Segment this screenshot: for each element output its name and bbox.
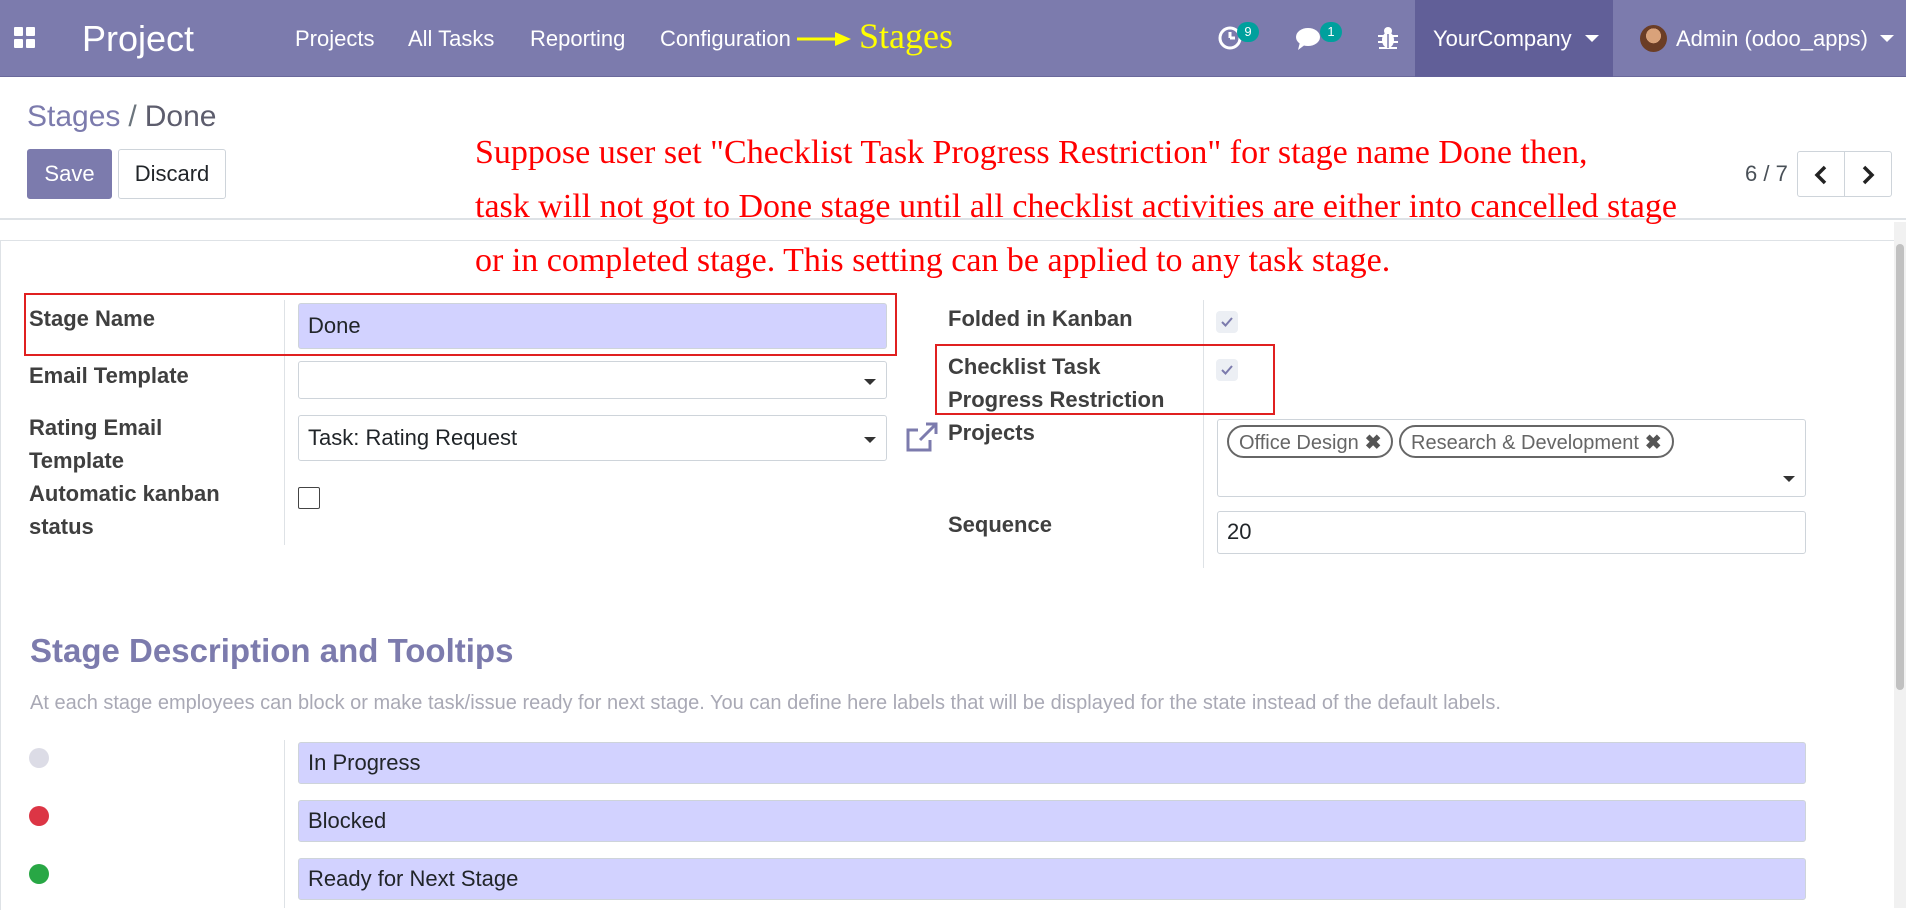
remove-tag-icon[interactable]: ✖ <box>1645 432 1662 454</box>
chevron-down-icon <box>1783 476 1795 482</box>
bug-icon[interactable] <box>1374 24 1402 52</box>
auto-kanban-label-line-1: Automatic kanban <box>29 481 220 506</box>
status-dot-normal <box>29 748 49 768</box>
label-divider <box>1203 300 1204 568</box>
breadcrumb-current: Done <box>144 100 217 133</box>
section-title: Stage Description and Tooltips <box>30 632 514 669</box>
chat-icon[interactable] <box>1294 24 1322 52</box>
menu-all-tasks[interactable]: All Tasks <box>408 26 494 52</box>
chevron-down-icon <box>1880 35 1894 42</box>
annotation-line-2: task will not got to Done stage until al… <box>475 188 1677 225</box>
checkmark-icon <box>1221 317 1233 327</box>
status-dot-done <box>29 864 49 884</box>
breadcrumb-stages[interactable]: Stages <box>27 100 120 133</box>
menu-projects[interactable]: Projects <box>295 26 374 52</box>
company-switcher[interactable]: YourCompany <box>1415 0 1613 77</box>
projects-many2many-field[interactable]: Office Design ✖ Research & Development ✖ <box>1217 419 1806 497</box>
project-tag[interactable]: Research & Development ✖ <box>1399 425 1674 458</box>
projects-label: Projects <box>948 420 1035 445</box>
folded-checkbox[interactable] <box>1216 311 1238 333</box>
menu-reporting[interactable]: Reporting <box>530 26 625 52</box>
sequence-field[interactable]: 20 <box>1217 511 1806 554</box>
rating-template-label-line-2: Template <box>29 448 124 473</box>
rating-template-select[interactable]: Task: Rating Request <box>298 415 887 461</box>
chevron-down-icon <box>864 437 876 443</box>
annotation-highlight-checklist <box>935 344 1275 415</box>
external-link-icon[interactable] <box>904 420 940 454</box>
annotation-highlight-stage-name <box>24 293 897 356</box>
project-tag-label: Office Design <box>1239 432 1359 454</box>
email-template-label: Email Template <box>29 363 189 388</box>
message-count-badge: 1 <box>1320 22 1342 42</box>
folded-label: Folded in Kanban <box>948 306 1133 331</box>
sequence-label: Sequence <box>948 512 1052 537</box>
auto-kanban-label-line-2: status <box>29 514 94 539</box>
project-tag[interactable]: Office Design ✖ <box>1227 425 1394 458</box>
rating-template-label-line-1: Rating Email <box>29 415 163 440</box>
save-button[interactable]: Save <box>27 149 112 199</box>
activity-count-badge: 9 <box>1237 22 1259 42</box>
legend-normal-field[interactable]: In Progress <box>298 742 1806 784</box>
annotation-stages-label: Stages <box>859 16 953 56</box>
legend-done-field[interactable]: Ready for Next Stage <box>298 858 1806 900</box>
app-name[interactable]: Project <box>82 18 194 60</box>
rating-template-value: Task: Rating Request <box>308 425 518 450</box>
breadcrumb-separator: / <box>128 100 137 133</box>
label-divider <box>284 740 285 908</box>
avatar[interactable] <box>1640 25 1667 52</box>
auto-kanban-label: Automatic kanban status <box>29 477 220 543</box>
chevron-down-icon <box>864 379 876 385</box>
project-tag-label: Research & Development <box>1411 432 1639 454</box>
annotation-line-1: Suppose user set "Checklist Task Progres… <box>475 134 1588 171</box>
breadcrumb: Stages / Done <box>27 100 216 134</box>
section-description: At each stage employees can block or mak… <box>30 692 1501 714</box>
company-name: YourCompany <box>1433 26 1572 51</box>
annotation-line-3: or in completed stage. This setting can … <box>475 242 1391 279</box>
annotation-text: Suppose user set "Checklist Task Progres… <box>475 126 1875 288</box>
scrollbar-thumb[interactable] <box>1896 244 1904 690</box>
rating-template-label: Rating Email Template <box>29 411 162 477</box>
email-template-select[interactable] <box>298 361 887 399</box>
status-dot-blocked <box>29 806 49 826</box>
chevron-down-icon <box>1585 35 1599 42</box>
user-menu[interactable]: Admin (odoo_apps) <box>1676 26 1868 52</box>
remove-tag-icon[interactable]: ✖ <box>1365 432 1382 454</box>
apps-icon[interactable] <box>14 27 38 51</box>
discard-button[interactable]: Discard <box>118 149 226 199</box>
auto-kanban-checkbox[interactable] <box>298 487 320 509</box>
annotation-arrow-icon <box>797 32 851 46</box>
legend-blocked-field[interactable]: Blocked <box>298 800 1806 842</box>
scrollbar[interactable] <box>1894 222 1906 908</box>
top-navbar: Project Projects All Tasks Reporting Con… <box>0 0 1906 77</box>
menu-configuration[interactable]: Configuration <box>660 26 791 52</box>
